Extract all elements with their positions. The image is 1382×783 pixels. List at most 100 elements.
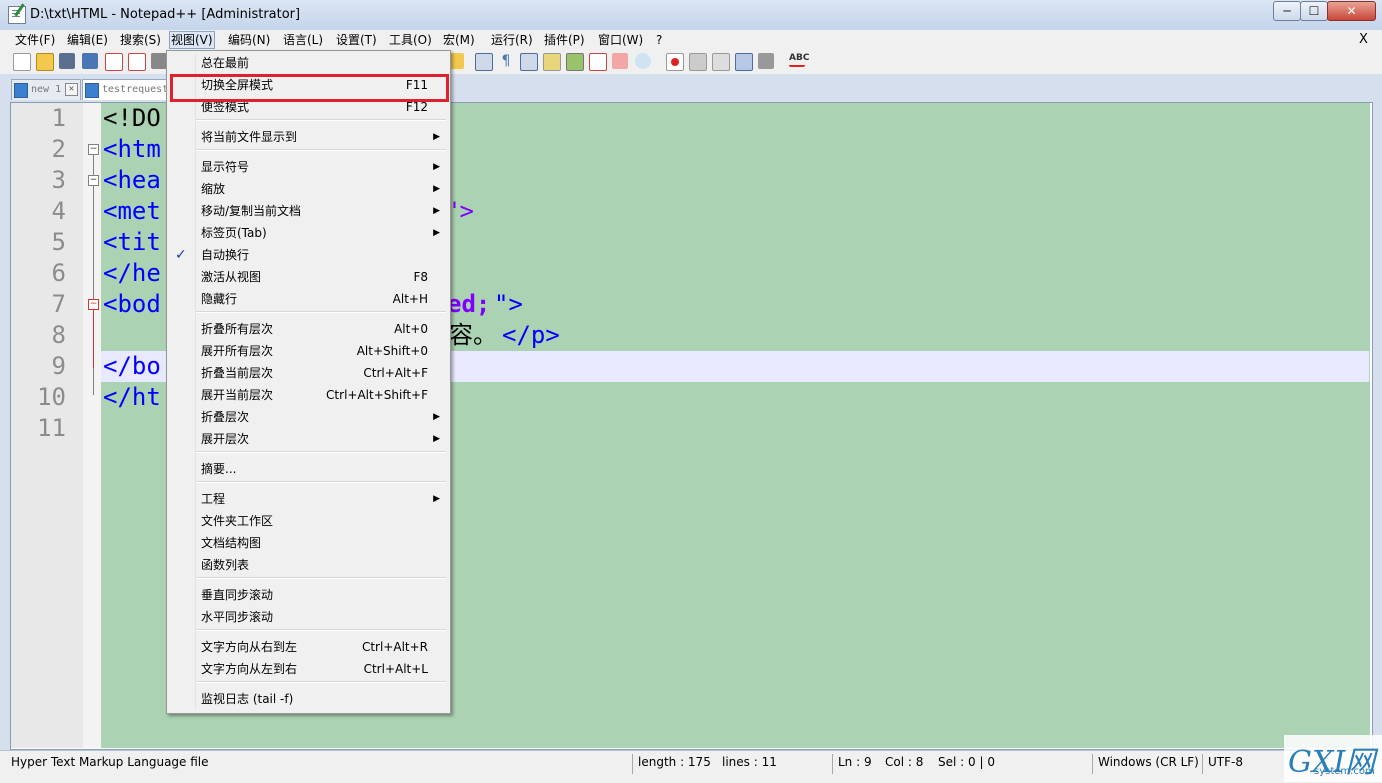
view-menu-item[interactable]: 文字方向从右到左 Ctrl+Alt+R <box>167 636 448 658</box>
code-line-5: <tit <box>103 228 161 256</box>
view-menu-item[interactable]: 折叠当前层次 Ctrl+Alt+F <box>167 362 448 384</box>
menu-encoding[interactable]: 编码(N) <box>227 32 271 48</box>
menu-item-shortcut: Alt+0 <box>394 322 428 336</box>
line-number: 4 <box>51 197 66 225</box>
close-window-button[interactable]: ✕ <box>1327 1 1376 21</box>
code-line-3: <hea <box>103 166 161 194</box>
submenu-arrow-icon: ▶ <box>433 494 440 504</box>
code-line-7-tail: "> <box>494 290 523 318</box>
menu-file[interactable]: 文件(F) <box>14 32 56 48</box>
menu-language[interactable]: 语言(L) <box>282 32 324 48</box>
save-icon[interactable] <box>59 53 75 69</box>
print-icon[interactable] <box>151 53 167 69</box>
document-map-icon[interactable] <box>566 53 584 71</box>
indent-guide-icon[interactable] <box>520 53 538 71</box>
status-column: Col : 8 <box>885 755 924 769</box>
menu-help[interactable]: ? <box>655 32 663 48</box>
code-line-7-value: ed; <box>447 290 491 318</box>
save-all-icon[interactable] <box>82 53 98 69</box>
status-length: length : 175 <box>638 755 711 769</box>
stop-macro-icon[interactable] <box>689 53 707 71</box>
tab-new-1[interactable]: new 1 ✕ <box>11 79 81 100</box>
view-menu-item[interactable]: 展开层次 ▶ <box>167 428 448 450</box>
menu-tools[interactable]: 工具(O) <box>388 32 433 48</box>
code-line-10: </ht <box>103 383 161 411</box>
play-macro-icon[interactable] <box>712 53 730 71</box>
menu-search[interactable]: 搜索(S) <box>119 32 162 48</box>
line-number: 8 <box>51 321 66 349</box>
tab-close-icon[interactable]: ✕ <box>65 83 78 96</box>
open-file-icon[interactable] <box>36 53 54 71</box>
view-menu-item[interactable]: 监视日志 (tail -f) <box>167 688 448 710</box>
save-macro-icon[interactable] <box>758 53 774 69</box>
menu-window[interactable]: 窗口(W) <box>597 32 644 48</box>
fold-collapse-icon[interactable]: − <box>88 144 99 155</box>
view-menu-item[interactable]: 标签页(Tab) ▶ <box>167 222 448 244</box>
view-menu-item[interactable]: 函数列表 <box>167 554 448 576</box>
show-symbols-icon[interactable]: ¶ <box>498 53 514 69</box>
menu-item-label: 工程 <box>201 492 226 506</box>
status-divider <box>832 754 833 774</box>
view-menu-item[interactable]: 文档结构图 <box>167 532 448 554</box>
fold-collapse-icon[interactable]: − <box>88 299 99 310</box>
view-menu-item[interactable]: 移动/复制当前文档 ▶ <box>167 200 448 222</box>
spell-check-icon[interactable]: ABC <box>789 53 809 67</box>
view-menu-item[interactable]: 摘要... <box>167 458 448 480</box>
code-line-8-tail: </p> <box>502 321 560 349</box>
menu-item-label: 展开所有层次 <box>201 344 274 358</box>
view-menu-item[interactable]: 总在最前 <box>167 52 448 74</box>
submenu-arrow-icon: ▶ <box>433 412 440 422</box>
view-menu-item[interactable]: 激活从视图 F8 <box>167 266 448 288</box>
view-menu-item[interactable]: 缩放 ▶ <box>167 178 448 200</box>
tab-testrequest[interactable]: testrequest <box>82 79 174 100</box>
view-menu-item[interactable]: 垂直同步滚动 <box>167 584 448 606</box>
view-menu-item[interactable]: 隐藏行 Alt+H <box>167 288 448 310</box>
code-line-1: <!DO <box>103 104 161 132</box>
view-menu-item[interactable]: 折叠层次 ▶ <box>167 406 448 428</box>
view-menu-item[interactable]: 工程 ▶ <box>167 488 448 510</box>
view-menu-item[interactable]: 将当前文件显示到 ▶ <box>167 126 448 148</box>
menu-item-label: 摘要... <box>201 462 237 476</box>
menu-run[interactable]: 运行(R) <box>490 32 534 48</box>
monitor-eye-icon[interactable] <box>635 53 651 69</box>
code-line-7: <bod <box>103 290 161 318</box>
status-encoding[interactable]: UTF-8 <box>1208 755 1243 769</box>
line-number: 3 <box>51 166 66 194</box>
view-menu-item[interactable]: 显示符号 ▶ <box>167 156 448 178</box>
wrap-icon[interactable] <box>475 53 493 71</box>
view-menu-item[interactable]: 文件夹工作区 <box>167 510 448 532</box>
tab-label: testrequest <box>102 84 169 95</box>
close-all-icon[interactable] <box>128 53 146 71</box>
menu-macro[interactable]: 宏(M) <box>442 32 476 48</box>
menu-edit[interactable]: 编辑(E) <box>66 32 109 48</box>
status-eol[interactable]: Windows (CR LF) <box>1098 755 1199 769</box>
menu-view[interactable]: 视图(V) <box>169 31 215 49</box>
folder-icon[interactable] <box>612 53 628 69</box>
menu-item-label: 展开当前层次 <box>201 388 274 402</box>
menu-plugins[interactable]: 插件(P) <box>543 32 586 48</box>
menu-separator <box>196 119 446 121</box>
fold-collapse-icon[interactable]: − <box>88 175 99 186</box>
menu-bar: 文件(F) 编辑(E) 搜索(S) 视图(V) 编码(N) 语言(L) 设置(T… <box>0 30 1382 50</box>
minimize-button[interactable]: ─ <box>1273 1 1301 21</box>
close-document-button[interactable]: X <box>1358 32 1369 48</box>
view-menu-item[interactable]: 展开所有层次 Alt+Shift+0 <box>167 340 448 362</box>
menu-separator <box>196 149 446 151</box>
view-menu-item[interactable]: 水平同步滚动 <box>167 606 448 628</box>
close-file-icon[interactable] <box>105 53 123 71</box>
run-macro-multiple-icon[interactable] <box>735 53 753 71</box>
function-list-icon[interactable] <box>589 53 607 71</box>
menu-settings[interactable]: 设置(T) <box>335 32 378 48</box>
record-macro-icon[interactable] <box>666 53 684 71</box>
menu-item-shortcut: Ctrl+Alt+F <box>363 366 428 380</box>
folder-as-workspace-icon[interactable] <box>543 53 561 71</box>
view-menu-item[interactable]: 折叠所有层次 Alt+0 <box>167 318 448 340</box>
view-menu-item[interactable]: 展开当前层次 Ctrl+Alt+Shift+F <box>167 384 448 406</box>
new-file-icon[interactable] <box>13 53 31 71</box>
view-menu-item[interactable]: 文字方向从左到右 Ctrl+Alt+L <box>167 658 448 680</box>
maximize-button[interactable]: ☐ <box>1300 1 1328 21</box>
menu-separator <box>196 681 446 683</box>
tab-label: new 1 <box>31 84 62 95</box>
view-menu-item[interactable]: ✓ 自动换行 <box>167 244 448 266</box>
line-number: 7 <box>51 290 66 318</box>
